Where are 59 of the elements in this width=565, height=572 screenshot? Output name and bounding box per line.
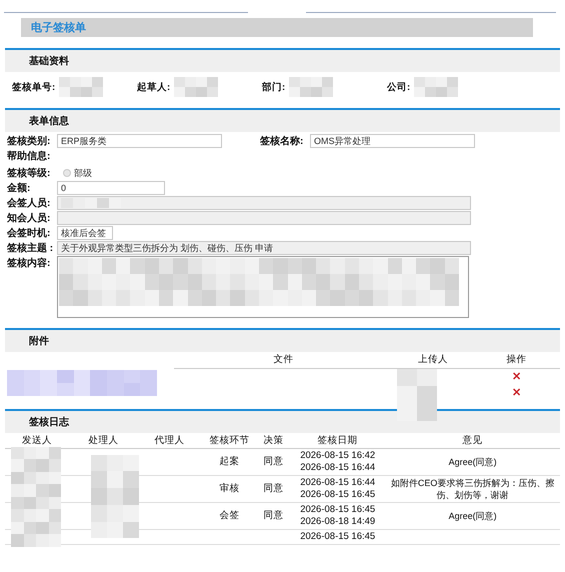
input-field[interactable]: 0 xyxy=(57,181,165,195)
table-cell: 同意 xyxy=(264,456,284,466)
input-field[interactable] xyxy=(57,211,471,225)
opinion-text: 如附件CEO要求将三伤拆解为：压伤、擦伤、划伤等，谢谢 xyxy=(390,478,554,500)
field-label: 帮助信息: xyxy=(7,150,52,163)
field-label: 金额: xyxy=(7,181,32,195)
field-label: 签核类别: xyxy=(7,134,52,148)
field-label: 签核内容: xyxy=(7,256,52,270)
field-label: 签核名称: xyxy=(260,134,304,148)
field-label: 签核单号: xyxy=(12,80,56,94)
text-area[interactable] xyxy=(57,256,469,318)
column-header: 签核日期 xyxy=(290,432,386,448)
opinion-text: Agree(同意) xyxy=(448,456,497,466)
field-label: 签核主题 : xyxy=(7,241,54,255)
field-label: 会签人员: xyxy=(7,196,52,210)
field-label: 公司: xyxy=(387,80,410,94)
table-cell: 同意 xyxy=(264,482,284,494)
column-header: 文件 xyxy=(174,352,393,368)
page-title: 电子签核单 xyxy=(31,20,86,35)
field-label: 部门: xyxy=(262,80,286,94)
table-cell: 起案 xyxy=(219,456,240,466)
pixelated-area xyxy=(414,77,458,97)
section-title: 签核日志 xyxy=(29,416,69,428)
column-header: 代理人 xyxy=(138,432,202,448)
column-header: 处理人 xyxy=(69,432,138,448)
radio-option[interactable]: 部级 xyxy=(63,166,92,180)
table-cell: 同意 xyxy=(264,510,284,520)
section-title: 表单信息 xyxy=(29,114,69,128)
input-field[interactable] xyxy=(57,196,471,210)
date-text: 2026-08-15 16:44 xyxy=(299,462,376,474)
delete-button[interactable]: ✕ xyxy=(512,370,522,382)
column-header: 上传人 xyxy=(392,352,474,368)
date-text: 2026-08-15 16:45 xyxy=(299,504,376,516)
column-header: 操作 xyxy=(473,352,560,368)
column-header: 签核环节 xyxy=(202,432,258,448)
field-label: 签核等级: xyxy=(7,166,52,180)
column-header: 意见 xyxy=(385,432,560,448)
date-text: 2026-08-15 16:42 xyxy=(299,450,376,462)
pixelated-area xyxy=(289,77,334,97)
delete-button[interactable]: ✕ xyxy=(512,386,522,398)
pixelated-area xyxy=(59,77,104,97)
section-title: 基础资料 xyxy=(29,54,69,68)
field-label: 会签时机: xyxy=(7,226,52,240)
input-field[interactable]: 核准后会签 xyxy=(57,226,113,240)
column-header: 决策 xyxy=(257,432,290,448)
input-field[interactable]: OMS异常处理 xyxy=(310,134,475,148)
pixelated-area xyxy=(174,77,218,97)
date-text: 2026-08-15 16:45 xyxy=(299,530,376,542)
input-field[interactable]: ERP服务类 xyxy=(57,134,222,148)
opinion-text: Agree(同意) xyxy=(448,510,497,520)
date-text: 2026-08-15 16:44 xyxy=(299,476,376,488)
input-field[interactable]: 关于外观异常类型三伤拆分为 划伤、碰伤、压伤 申请 xyxy=(57,241,471,255)
table-cell: 审核 xyxy=(219,482,240,494)
date-text: 2026-08-18 14:49 xyxy=(299,516,376,528)
field-label: 知会人员: xyxy=(7,212,52,225)
table-cell: 会签 xyxy=(219,510,240,520)
date-text: 2026-08-15 16:45 xyxy=(299,488,376,500)
field-label: 起草人: xyxy=(137,80,170,94)
section-title: 附件 xyxy=(29,334,49,348)
